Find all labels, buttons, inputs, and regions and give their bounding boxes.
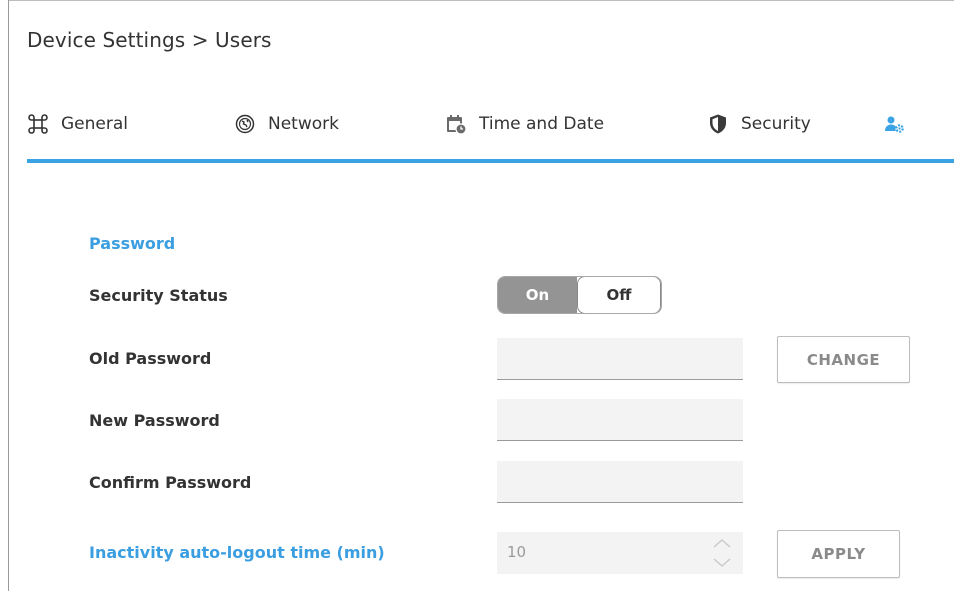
shield-icon bbox=[707, 113, 729, 135]
breadcrumb: Device Settings > Users bbox=[27, 28, 272, 52]
new-password-field[interactable] bbox=[497, 399, 743, 441]
calendar-clock-icon bbox=[445, 113, 467, 135]
security-status-toggle[interactable]: On Off bbox=[497, 276, 662, 314]
tab-underline bbox=[27, 159, 954, 163]
tab-users[interactable] bbox=[883, 106, 917, 142]
toggle-on-option[interactable]: On bbox=[498, 277, 577, 313]
tab-label: General bbox=[61, 114, 128, 134]
security-status-label: Security Status bbox=[89, 286, 228, 305]
globe-icon bbox=[234, 113, 256, 135]
command-icon bbox=[27, 113, 49, 135]
tab-time-and-date[interactable]: Time and Date bbox=[445, 106, 604, 142]
tab-label: Network bbox=[268, 114, 339, 134]
increment-chevron-up-icon[interactable] bbox=[711, 536, 733, 550]
apply-button[interactable]: APPLY bbox=[777, 530, 900, 578]
tab-label: Time and Date bbox=[479, 114, 605, 134]
toggle-off-option[interactable]: Off bbox=[577, 277, 661, 313]
tab-security[interactable]: Security bbox=[707, 106, 811, 142]
auto-logout-stepper[interactable]: 10 bbox=[497, 532, 743, 574]
decrement-chevron-down-icon[interactable] bbox=[711, 556, 733, 570]
settings-tabs: General Network Time and Date Security bbox=[27, 106, 954, 142]
new-password-label: New Password bbox=[89, 411, 220, 430]
tab-general[interactable]: General bbox=[27, 106, 128, 142]
confirm-password-label: Confirm Password bbox=[89, 473, 252, 492]
auto-logout-value[interactable]: 10 bbox=[507, 543, 526, 561]
window-left-border bbox=[8, 0, 9, 591]
auto-logout-label: Inactivity auto-logout time (min) bbox=[89, 543, 385, 562]
confirm-password-field[interactable] bbox=[497, 461, 743, 503]
users-gear-icon bbox=[883, 113, 905, 135]
old-password-label: Old Password bbox=[89, 349, 212, 368]
tab-network[interactable]: Network bbox=[234, 106, 339, 142]
old-password-field[interactable] bbox=[497, 338, 743, 380]
window-top-border bbox=[8, 0, 954, 1]
tab-label: Security bbox=[741, 114, 811, 134]
change-button[interactable]: CHANGE bbox=[777, 336, 910, 383]
password-section-title: Password bbox=[89, 234, 176, 253]
